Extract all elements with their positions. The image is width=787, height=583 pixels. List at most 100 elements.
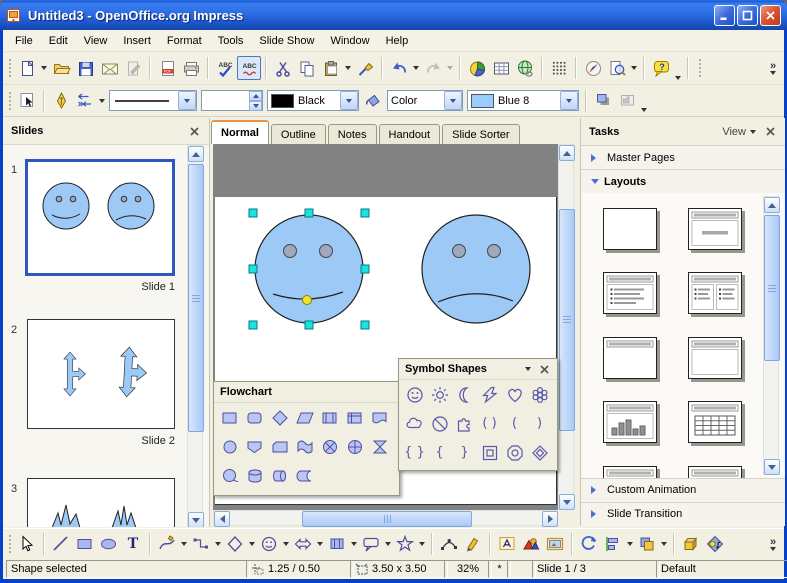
line-dialog-icon[interactable]: [49, 89, 73, 113]
table-icon[interactable]: [489, 56, 513, 80]
flowchart-icon[interactable]: [325, 532, 349, 556]
selected-smiley-shape[interactable]: [255, 215, 363, 323]
close-button[interactable]: [760, 5, 781, 26]
slides-panel-close-icon[interactable]: [187, 124, 201, 138]
flowchart-caret[interactable]: [351, 542, 357, 546]
from-file-icon[interactable]: [519, 532, 543, 556]
layouts-scrollbar[interactable]: [763, 196, 779, 475]
crop-icon[interactable]: [615, 89, 639, 113]
rotate-icon[interactable]: [577, 532, 601, 556]
section-master-pages[interactable]: Master Pages: [581, 146, 785, 169]
flowchart-predefined-process-icon[interactable]: [317, 404, 342, 431]
symbol-cloud-icon[interactable]: [402, 410, 427, 437]
fontwork-icon[interactable]: [495, 532, 519, 556]
menu-window[interactable]: Window: [322, 33, 377, 49]
symbol-puzzle-icon[interactable]: [452, 410, 477, 437]
layout-title-content[interactable]: [603, 272, 657, 314]
connector-caret[interactable]: [215, 542, 221, 546]
symbol-prohibited-icon[interactable]: [427, 410, 452, 437]
flowchart-sequential-access-icon[interactable]: [217, 462, 242, 489]
chart-icon[interactable]: [465, 56, 489, 80]
symbol-square-bevel-icon[interactable]: [477, 439, 502, 466]
email-icon[interactable]: [97, 56, 121, 80]
sad-smiley-shape[interactable]: [422, 215, 530, 323]
tasks-panel-close-icon[interactable]: [763, 125, 777, 139]
tasks-view-menu[interactable]: View: [722, 126, 746, 138]
spellcheck-icon[interactable]: ABC: [213, 56, 237, 80]
toolbar-overflow[interactable]: »: [768, 537, 778, 551]
title-bar[interactable]: Untitled3 - OpenOffice.org Impress: [0, 0, 787, 30]
zoom-dropdown-caret[interactable]: [631, 66, 637, 70]
scroll-down-button[interactable]: [559, 494, 575, 510]
area-fill-icon[interactable]: [361, 89, 385, 113]
redo-dropdown-caret[interactable]: [447, 66, 453, 70]
symbol-smiley-icon[interactable]: [402, 381, 427, 408]
symbol-double-bracket-icon[interactable]: ( ): [477, 410, 502, 437]
redo-icon[interactable]: [421, 56, 445, 80]
arrange-caret[interactable]: [661, 542, 667, 546]
arrow-style-caret[interactable]: [99, 99, 105, 103]
flowchart-internal-storage-icon[interactable]: [342, 404, 367, 431]
connector-icon[interactable]: [189, 532, 213, 556]
symbol-sun-icon[interactable]: [427, 381, 452, 408]
ellipse-icon[interactable]: [97, 532, 121, 556]
toolbar-grip[interactable]: [7, 57, 11, 79]
glue-points-icon[interactable]: [461, 532, 485, 556]
layout-partial[interactable]: [603, 466, 657, 478]
slide-thumbnail-3[interactable]: [27, 478, 175, 527]
gallery-icon[interactable]: [543, 532, 567, 556]
toolbar-grip[interactable]: [7, 533, 11, 555]
cut-icon[interactable]: [271, 56, 295, 80]
shadow-icon[interactable]: [591, 89, 615, 113]
status-size[interactable]: 3.50 x 3.50: [350, 560, 448, 578]
overflow-caret[interactable]: [770, 71, 776, 75]
flowchart-popup-title[interactable]: Flowchart: [214, 382, 399, 403]
line-color-select[interactable]: Black: [267, 90, 359, 111]
overflow-chevron[interactable]: »: [770, 537, 776, 547]
select-icon[interactable]: [15, 532, 39, 556]
canvas-vscrollbar[interactable]: [558, 144, 574, 510]
section-slide-transition[interactable]: Slide Transition: [581, 502, 785, 525]
section-layouts[interactable]: Layouts: [581, 169, 785, 193]
symbol-double-brace-icon[interactable]: { }: [402, 439, 427, 466]
hyperlink-icon[interactable]: [513, 56, 537, 80]
rectangle-icon[interactable]: [73, 532, 97, 556]
flowchart-punched-tape-icon[interactable]: [292, 433, 317, 460]
menu-help[interactable]: Help: [378, 33, 417, 49]
scroll-thumb[interactable]: [302, 511, 472, 527]
spin-buttons[interactable]: [249, 91, 262, 111]
toolbar-options-caret[interactable]: [675, 76, 681, 80]
layout-title-only[interactable]: [603, 337, 657, 379]
undo-dropdown-caret[interactable]: [413, 66, 419, 70]
block-arrows-caret[interactable]: [317, 542, 323, 546]
fill-style-caret[interactable]: [444, 91, 462, 110]
flowchart-off-page-connector-icon[interactable]: [242, 433, 267, 460]
flowchart-document-icon[interactable]: [367, 404, 392, 431]
symbol-octagon-bevel-icon[interactable]: [502, 439, 527, 466]
scroll-left-button[interactable]: [214, 511, 230, 527]
line-style-select[interactable]: [109, 90, 197, 111]
status-template[interactable]: Default: [656, 560, 787, 578]
menu-slide-show[interactable]: Slide Show: [251, 33, 322, 49]
basic-shapes-icon[interactable]: [223, 532, 247, 556]
flowchart-or-icon[interactable]: [317, 433, 342, 460]
navigator-icon[interactable]: [581, 56, 605, 80]
symbol-moon-icon[interactable]: [452, 381, 477, 408]
undo-icon[interactable]: [387, 56, 411, 80]
minimize-button[interactable]: [714, 5, 735, 26]
arrange-icon[interactable]: [635, 532, 659, 556]
new-icon[interactable]: [15, 56, 39, 80]
edit-file-icon[interactable]: [121, 56, 145, 80]
flowchart-connector-icon[interactable]: [217, 433, 242, 460]
tab-normal[interactable]: Normal: [211, 120, 269, 144]
spin-down-button[interactable]: [249, 101, 262, 111]
flowchart-collate-icon[interactable]: [367, 433, 392, 460]
extrusion-icon[interactable]: [679, 532, 703, 556]
flowchart-direct-access-storage-icon[interactable]: [267, 462, 292, 489]
symbol-right-brace-icon[interactable]: }: [452, 439, 477, 466]
layout-title-table[interactable]: [688, 401, 742, 443]
tab-outline[interactable]: Outline: [271, 124, 326, 144]
overflow-chevron[interactable]: »: [770, 61, 776, 71]
presentation-toolbar-grip[interactable]: [697, 57, 701, 79]
spin-up-button[interactable]: [249, 91, 262, 101]
